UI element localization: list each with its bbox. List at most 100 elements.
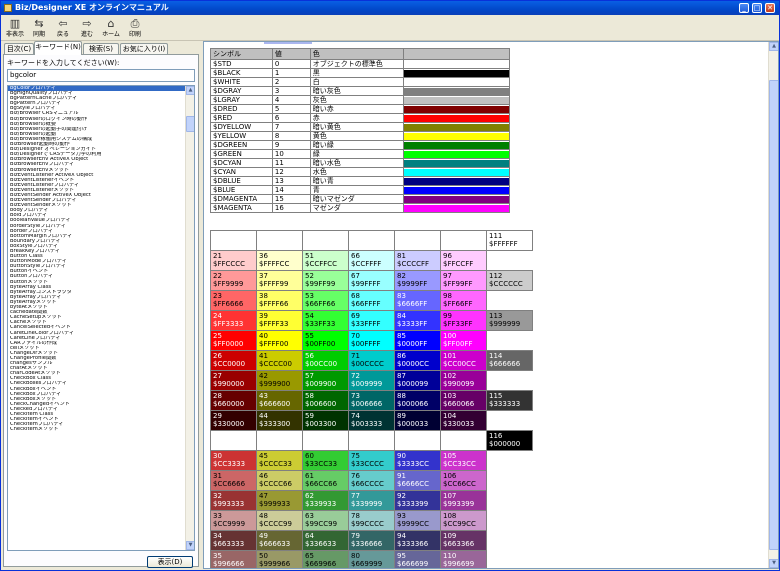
palette-row: 30 $CC3333 45 $CCCC33 60 $33CC33 75 $33CCCC 90 $3…	[210, 450, 533, 471]
palette-code: $669966	[305, 560, 337, 568]
color-val-cell: 4	[271, 95, 311, 105]
scroll-up-icon[interactable]: ▲	[186, 86, 194, 95]
palette-code: $336633	[305, 540, 337, 548]
keyword-list-scrollbar[interactable]: ▲ ▼	[185, 86, 194, 550]
palette-number: 71	[351, 352, 360, 360]
palette-code: $990000	[213, 380, 245, 388]
palette-cell: 115 $333333	[486, 390, 533, 411]
palette-cell: 90 $3333CC	[394, 450, 441, 471]
palette-code: $6666CC	[397, 480, 430, 488]
palette-number: 107	[443, 492, 457, 500]
palette-cell: 41 $CCCC00	[256, 350, 303, 371]
palette-cell: 56 $00CC00	[302, 350, 349, 371]
palette-code: $000000	[489, 440, 521, 448]
palette-code: $FFCCFF	[443, 260, 474, 268]
color-name-cell: 緑	[309, 149, 405, 159]
hide-button[interactable]: ▥ 非表示	[3, 16, 27, 40]
palette-code: $333366	[397, 540, 429, 548]
swatch-fill	[404, 87, 509, 95]
palette-cell	[256, 230, 303, 251]
color-name-cell: 暗い赤	[309, 104, 405, 114]
palette-number: 34	[213, 532, 222, 540]
palette-code: $FFFFFF	[489, 240, 518, 248]
color-row: $DGRAY 3 暗い灰色	[210, 86, 510, 96]
print-button[interactable]: ⎙ 印刷	[123, 16, 147, 40]
color-sym-cell: $GREEN	[210, 149, 273, 159]
palette-code: $CCCC00	[259, 360, 292, 368]
palette-code: $00CCCC	[351, 360, 384, 368]
palette-number: 79	[351, 532, 360, 540]
sync-button[interactable]: ⇆ 同期	[27, 16, 51, 40]
palette-number: 88	[397, 392, 406, 400]
palette-cell: 107 $993399	[440, 490, 487, 511]
maximize-button[interactable]: □	[752, 3, 762, 13]
palette-number: 65	[305, 552, 314, 560]
close-button[interactable]: ✕	[765, 3, 775, 13]
palette-cell	[487, 551, 533, 569]
keyword-list[interactable]: bgColorプロパティ BgHighQualityプロパティ BgPatternC…	[7, 85, 195, 551]
palette-cell: 72 $009999	[348, 370, 395, 391]
keyword-list-item[interactable]: CheckItemメソッド	[8, 427, 186, 432]
palette-code: $33FF33	[305, 320, 336, 328]
palette-cell: 105 $CC33CC	[440, 450, 487, 471]
palette-code: $006600	[305, 400, 337, 408]
palette-code: $CC6666	[213, 480, 246, 488]
palette-number: 23	[213, 292, 222, 300]
palette-code: $CCFFCC	[305, 260, 338, 268]
sync-icon: ⇆	[34, 17, 44, 30]
palette-cell: 24 $FF3333	[210, 310, 257, 331]
color-row: $DMAGENTA 15 暗いマゼンダ	[210, 194, 510, 204]
palette-code: $CC99CC	[443, 520, 476, 528]
palette-row: 28 $660000 43 $666600 58 $006600 73 $006666 88 $0…	[210, 390, 533, 411]
palette-code: $CCCC66	[259, 480, 292, 488]
palette-cell	[302, 230, 349, 251]
forward-button[interactable]: ⇨ 進む	[75, 16, 99, 40]
palette-code: $3333CC	[397, 460, 430, 468]
palette-cell: 30 $CC3333	[210, 450, 257, 471]
palette-cell	[487, 371, 533, 391]
scroll-thumb[interactable]	[769, 80, 778, 550]
keyword-input[interactable]: bgcolor	[7, 69, 195, 82]
title-bar[interactable]: Biz/Designer XE オンラインマニュアル _ □ ✕	[1, 1, 779, 15]
color-val-cell: 7	[271, 122, 311, 132]
palette-number: 25	[213, 332, 222, 340]
home-button[interactable]: ⌂ ホーム	[99, 16, 123, 40]
palette-number: 57	[305, 372, 314, 380]
minimize-button[interactable]: _	[739, 3, 749, 13]
color-name-cell: 暗い灰色	[309, 86, 405, 96]
scroll-up-icon[interactable]: ▲	[769, 42, 778, 51]
navigation-pane: 目次(C) キーワード(N) 検索(S) お気に入り(I) キーワードを入力して…	[3, 41, 199, 569]
palette-code: $33CC33	[305, 460, 338, 468]
color-row: $DCYAN 11 暗い水色	[210, 158, 510, 168]
palette-cell: 29 $330000	[210, 410, 257, 431]
palette-cell: 92 $333399	[394, 490, 441, 511]
back-button[interactable]: ⇦ 戻る	[51, 16, 75, 40]
palette-code: $666633	[259, 540, 291, 548]
tab-keyword[interactable]: キーワード(N)	[34, 41, 82, 55]
color-row: $CYAN 12 水色	[210, 167, 510, 177]
palette-number: 46	[259, 472, 268, 480]
palette-number: 92	[397, 492, 406, 500]
palette-number: 85	[397, 332, 406, 340]
palette-code: $FFFF00	[259, 340, 289, 348]
palette-number: 82	[397, 272, 406, 280]
swatch-fill	[404, 159, 509, 167]
palette-cell: 110 $996699	[440, 550, 487, 568]
palette-cell: 81 $CCCCFF	[394, 250, 441, 271]
swatch-fill	[404, 132, 509, 140]
scroll-down-icon[interactable]: ▼	[769, 559, 778, 568]
show-button[interactable]: 表示(D)	[147, 556, 193, 568]
palette-cell	[487, 411, 533, 431]
scroll-thumb[interactable]	[186, 116, 194, 132]
palette-number: 27	[213, 372, 222, 380]
palette-cell	[210, 230, 257, 251]
palette-number: 68	[351, 292, 360, 300]
palette-cell: 89 $000033	[394, 410, 441, 431]
palette-number: 78	[351, 512, 360, 520]
palette-number: 72	[351, 372, 360, 380]
palette-cell	[487, 331, 533, 351]
scroll-down-icon[interactable]: ▼	[186, 541, 194, 550]
content-scrollbar[interactable]: ▲ ▼	[768, 42, 778, 568]
palette-cell: 66 $CCFFFF	[348, 250, 395, 271]
palette-cell: 82 $9999FF	[394, 270, 441, 291]
